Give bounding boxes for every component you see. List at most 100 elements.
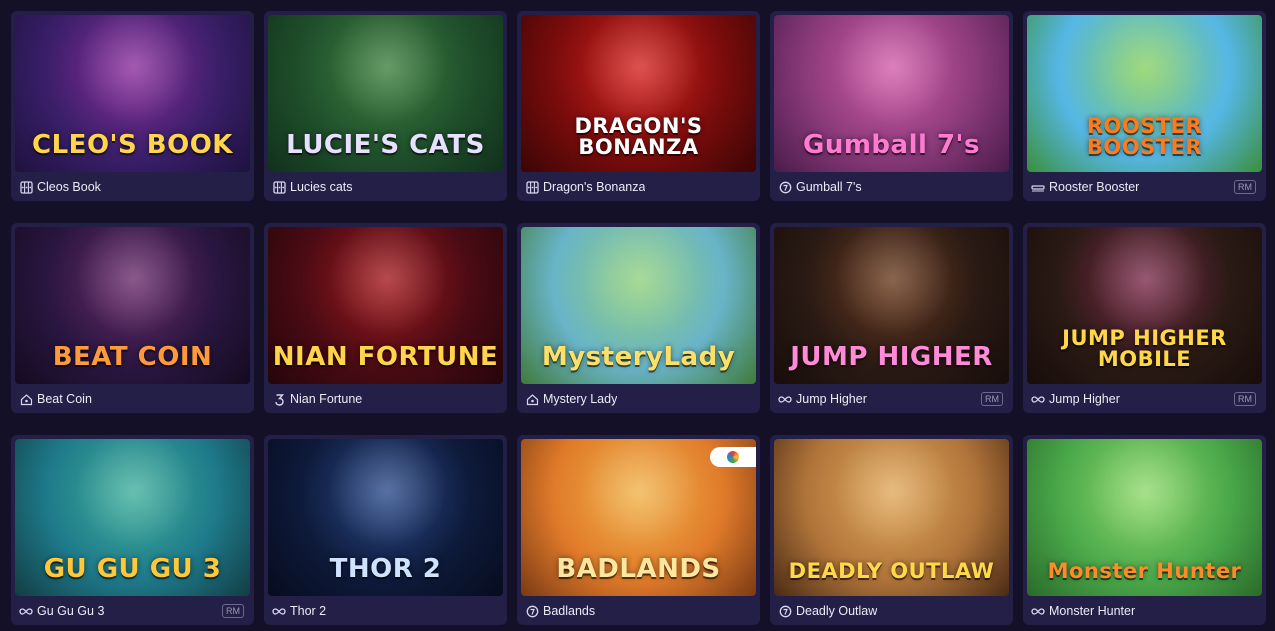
game-thumbnail[interactable]: JUMP HIGHER MOBILE — [1027, 227, 1262, 384]
game-logo: BEAT COIN — [52, 342, 213, 372]
artwork-glow — [1087, 439, 1207, 549]
game-logo: JUMP HIGHER — [790, 342, 993, 372]
game-card[interactable]: CLEO'S BOOK Cleos Book — [11, 11, 254, 201]
game-card[interactable]: ROOSTER BOOSTER Rooster Booster RM — [1023, 11, 1266, 201]
game-thumbnail[interactable]: DRAGON'S BONANZA — [521, 15, 756, 172]
game-title: Mystery Lady — [543, 392, 618, 406]
game-thumbnail[interactable]: Gumball 7's — [774, 15, 1009, 172]
game-caption: Mystery Lady — [525, 391, 750, 407]
provider-infinity-icon — [272, 604, 286, 618]
provider-infinity-icon — [19, 604, 33, 618]
game-title: Jump Higher — [1049, 392, 1120, 406]
artwork-glow — [75, 227, 195, 337]
artwork-glow — [834, 15, 954, 125]
game-thumbnail[interactable]: MysteryLady — [521, 227, 756, 384]
game-thumbnail[interactable]: LUCIE'S CATS — [268, 15, 503, 172]
game-card[interactable]: DRAGON'S BONANZA Dragon's Bonanza — [517, 11, 760, 201]
game-caption: Jump Higher RM — [1031, 391, 1256, 407]
game-caption: Monster Hunter — [1031, 603, 1256, 619]
game-caption: Dragon's Bonanza — [525, 179, 750, 195]
provider-house-icon — [19, 392, 33, 406]
game-logo: THOR 2 — [329, 554, 442, 584]
game-thumbnail[interactable]: THOR 2 — [268, 439, 503, 596]
provider-infinity-icon — [1031, 604, 1045, 618]
game-card[interactable]: JUMP HIGHER Jump Higher RM — [770, 223, 1013, 413]
provider-slot-icon — [272, 180, 286, 194]
provider-infinity-icon — [1031, 392, 1045, 406]
game-caption: Thor 2 — [272, 603, 497, 619]
artwork-glow — [328, 439, 448, 549]
game-logo: Monster Hunter — [1047, 559, 1242, 583]
game-card[interactable]: JUMP HIGHER MOBILE Jump Higher RM — [1023, 223, 1266, 413]
provider-house-icon — [525, 392, 539, 406]
artwork-glow — [1087, 227, 1207, 337]
game-thumbnail[interactable]: JUMP HIGHER — [774, 227, 1009, 384]
game-title: Rooster Booster — [1049, 180, 1140, 194]
game-caption: Beat Coin — [19, 391, 244, 407]
game-title: Badlands — [543, 604, 596, 618]
provider-bar-icon — [1031, 180, 1045, 194]
game-caption: Jump Higher RM — [778, 391, 1003, 407]
game-card[interactable]: LUCIE'S CATS Lucies cats — [264, 11, 507, 201]
game-logo: CLEO'S BOOK — [32, 130, 233, 160]
color-wheel-icon — [727, 451, 739, 463]
game-caption: Badlands — [525, 603, 750, 619]
game-thumbnail[interactable]: BADLANDS — [521, 439, 756, 596]
game-logo: LUCIE'S CATS — [286, 130, 485, 160]
game-title: Monster Hunter — [1049, 604, 1136, 618]
game-logo: MysteryLady — [541, 342, 736, 372]
game-grid: CLEO'S BOOK Cleos Book LUCIE'S CATS Lucies … — [11, 11, 1266, 625]
game-thumbnail[interactable]: Monster Hunter — [1027, 439, 1262, 596]
game-logo: BADLANDS — [556, 554, 721, 584]
game-caption: Lucies cats — [272, 179, 497, 195]
game-card[interactable]: GU GU GU 3 Gu Gu Gu 3 RM — [11, 435, 254, 625]
rm-badge: RM — [981, 392, 1003, 406]
provider-slot-icon — [19, 180, 33, 194]
game-logo: ROOSTER BOOSTER — [1086, 114, 1203, 159]
game-card[interactable]: BEAT COIN Beat Coin — [11, 223, 254, 413]
game-thumbnail[interactable]: GU GU GU 3 — [15, 439, 250, 596]
game-logo: JUMP HIGHER MOBILE — [1062, 326, 1227, 371]
provider-three-icon — [272, 392, 286, 406]
game-title: Cleos Book — [37, 180, 101, 194]
artwork-glow — [75, 15, 195, 125]
artwork-glow — [834, 439, 954, 549]
game-logo: NIAN FORTUNE — [272, 342, 499, 372]
artwork-glow — [581, 227, 701, 337]
game-thumbnail[interactable]: CLEO'S BOOK — [15, 15, 250, 172]
artwork-glow — [581, 439, 701, 549]
game-caption: Gumball 7's — [778, 179, 1003, 195]
game-card[interactable]: NIAN FORTUNE Nian Fortune — [264, 223, 507, 413]
game-thumbnail[interactable]: NIAN FORTUNE — [268, 227, 503, 384]
game-card[interactable]: Monster Hunter Monster Hunter — [1023, 435, 1266, 625]
provider-infinity-icon — [778, 392, 792, 406]
game-logo: GU GU GU 3 — [43, 554, 222, 584]
game-card[interactable]: MysteryLady Mystery Lady — [517, 223, 760, 413]
provider-circle-icon — [778, 604, 792, 618]
game-card[interactable]: THOR 2 Thor 2 — [264, 435, 507, 625]
game-thumbnail[interactable]: BEAT COIN — [15, 227, 250, 384]
artwork-glow — [581, 15, 701, 125]
game-thumbnail[interactable]: DEADLY OUTLAW — [774, 439, 1009, 596]
game-card[interactable]: Gumball 7's Gumball 7's — [770, 11, 1013, 201]
game-title: Deadly Outlaw — [796, 604, 878, 618]
game-title: Thor 2 — [290, 604, 327, 618]
provider-circle-icon — [778, 180, 792, 194]
provider-slot-icon — [525, 180, 539, 194]
game-thumbnail[interactable]: ROOSTER BOOSTER — [1027, 15, 1262, 172]
game-title: Beat Coin — [37, 392, 92, 406]
artwork-glow — [834, 227, 954, 337]
game-title: Lucies cats — [290, 180, 353, 194]
game-logo: DRAGON'S BONANZA — [574, 114, 703, 159]
color-wheel-badge — [710, 447, 756, 467]
game-card[interactable]: DEADLY OUTLAW Deadly Outlaw — [770, 435, 1013, 625]
game-caption: Deadly Outlaw — [778, 603, 1003, 619]
game-caption: Nian Fortune — [272, 391, 497, 407]
game-title: Gu Gu Gu 3 — [37, 604, 105, 618]
game-caption: Gu Gu Gu 3 RM — [19, 603, 244, 619]
artwork-glow — [328, 15, 448, 125]
artwork-glow — [1087, 15, 1207, 125]
game-title: Gumball 7's — [796, 180, 862, 194]
rm-badge: RM — [222, 604, 244, 618]
game-card[interactable]: BADLANDS Badlands — [517, 435, 760, 625]
